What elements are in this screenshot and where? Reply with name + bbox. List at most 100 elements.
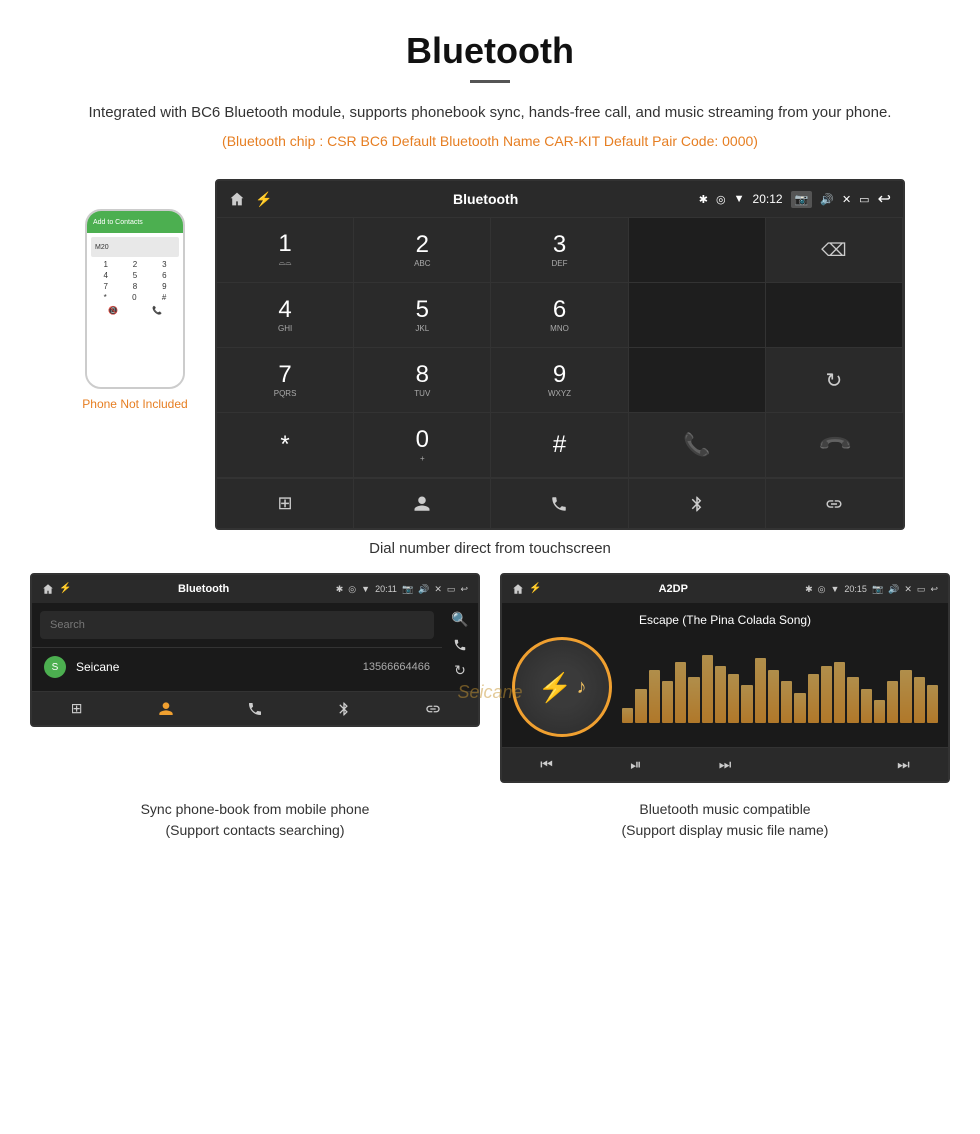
contacts-close-icon: ✕ bbox=[434, 584, 442, 595]
key-1[interactable]: 1 ⌓⌓ bbox=[217, 218, 354, 283]
phone-call-icon[interactable]: 📞 bbox=[152, 306, 162, 315]
eq-bar bbox=[808, 674, 819, 723]
phone-action-row: 📵 📞 bbox=[91, 306, 179, 315]
key-9[interactable]: 9 WXYZ bbox=[491, 348, 628, 413]
eq-bar bbox=[662, 681, 673, 723]
camera-icon[interactable]: 📷 bbox=[791, 191, 813, 208]
ct-dialpad-button[interactable]: ⊞ bbox=[32, 692, 121, 725]
call-sidebar-icon[interactable] bbox=[453, 638, 467, 652]
contacts-vol-icon: 🔊 bbox=[418, 584, 429, 595]
link-icon bbox=[825, 495, 843, 513]
eq-bar bbox=[675, 662, 686, 723]
backspace-button[interactable]: ⌫ bbox=[766, 218, 903, 283]
mt-skip-button[interactable]: ⏭ bbox=[859, 748, 948, 781]
ct-contacts-button[interactable] bbox=[121, 692, 210, 725]
display-area bbox=[629, 218, 766, 283]
ct-bluetooth-button[interactable] bbox=[300, 692, 389, 725]
ct-phone-button[interactable] bbox=[210, 692, 299, 725]
contacts-window-icon: ▭ bbox=[447, 584, 456, 595]
refresh-button[interactable]: ↻ bbox=[766, 348, 903, 413]
music-usb-icon: ⚡ bbox=[529, 583, 541, 595]
eq-bar bbox=[781, 681, 792, 723]
music-screen-wrapper: ⚡ A2DP ✱ ◎ ▼ 20:15 📷 🔊 ✕ ▭ ↩ Escape (The… bbox=[500, 573, 950, 783]
contact-row[interactable]: S Seicane 13566664466 bbox=[32, 647, 442, 686]
bluetooth-button[interactable] bbox=[629, 479, 766, 528]
music-content: ⚡ ♪ bbox=[512, 637, 938, 737]
back-icon[interactable]: ↩ bbox=[878, 189, 891, 209]
main-screenshot-wrapper: Add to Contacts M20 123 456 789 *0# 📵 bbox=[0, 179, 980, 530]
contacts-back-icon[interactable]: ↩ bbox=[460, 584, 468, 595]
music-bt-icon: ✱ bbox=[805, 584, 813, 595]
music-screen: ⚡ A2DP ✱ ◎ ▼ 20:15 📷 🔊 ✕ ▭ ↩ Escape (The… bbox=[500, 573, 950, 783]
key-4[interactable]: 4 GHI bbox=[217, 283, 354, 348]
eq-bar bbox=[834, 662, 845, 723]
music-wifi-icon: ▼ bbox=[830, 584, 839, 595]
music-back-icon[interactable]: ↩ bbox=[930, 584, 938, 595]
dial-toolbar: ⊞ bbox=[217, 478, 903, 528]
mt-empty-1 bbox=[770, 748, 859, 781]
key-2[interactable]: 2 ABC bbox=[354, 218, 491, 283]
dialpad-button[interactable]: ⊞ bbox=[217, 479, 354, 528]
contacts-loc-icon: ◎ bbox=[348, 584, 356, 595]
key-5[interactable]: 5 JKL bbox=[354, 283, 491, 348]
eq-bar bbox=[728, 674, 739, 723]
ct-link-button[interactable] bbox=[389, 692, 478, 725]
link-button[interactable] bbox=[766, 479, 903, 528]
call-button[interactable]: 📞 bbox=[629, 413, 766, 478]
phone-sidebar: Add to Contacts M20 123 456 789 *0# 📵 bbox=[75, 179, 195, 411]
contacts-search-bar[interactable]: Search bbox=[40, 611, 434, 639]
key-7[interactable]: 7 PQRS bbox=[217, 348, 354, 413]
volume-icon[interactable]: 🔊 bbox=[820, 193, 834, 206]
contacts-toolbar: ⊞ bbox=[32, 691, 478, 725]
search-sidebar-icon[interactable]: 🔍 bbox=[451, 611, 468, 628]
phone-key-row-2: 456 bbox=[91, 271, 179, 280]
eq-bar bbox=[861, 689, 872, 723]
contacts-wifi-icon: ▼ bbox=[361, 584, 370, 595]
phone-button[interactable] bbox=[491, 479, 628, 528]
home-icon[interactable] bbox=[229, 191, 245, 207]
eq-bar bbox=[821, 666, 832, 723]
time-display: 20:12 bbox=[753, 192, 783, 206]
eq-bar bbox=[649, 670, 660, 723]
key-hash[interactable]: # bbox=[491, 413, 628, 478]
phone-end-icon[interactable]: 📵 bbox=[108, 306, 118, 315]
end-call-button[interactable]: 📞 bbox=[766, 413, 903, 478]
key-8[interactable]: 8 TUV bbox=[354, 348, 491, 413]
contacts-home-icon[interactable] bbox=[42, 583, 54, 595]
contact-phone: 13566664466 bbox=[363, 661, 430, 673]
music-home-icon[interactable] bbox=[512, 583, 524, 595]
page-header: Bluetooth Integrated with BC6 Bluetooth … bbox=[0, 0, 980, 179]
refresh-sidebar-icon[interactable]: ↻ bbox=[454, 662, 466, 679]
music-screen-header: ⚡ A2DP ✱ ◎ ▼ 20:15 📷 🔊 ✕ ▭ ↩ bbox=[502, 575, 948, 603]
music-screen-title: A2DP bbox=[659, 583, 688, 595]
close-icon[interactable]: ✕ bbox=[842, 193, 851, 206]
call-green-icon: 📞 bbox=[683, 432, 710, 458]
eq-bar bbox=[688, 677, 699, 723]
key-6[interactable]: 6 MNO bbox=[491, 283, 628, 348]
contacts-list-area: Search S Seicane 13566664466 bbox=[32, 603, 442, 687]
phone-number-display: M20 bbox=[91, 237, 179, 257]
music-header-left: ⚡ bbox=[512, 583, 541, 595]
album-art: ⚡ ♪ bbox=[512, 637, 612, 737]
backspace-icon: ⌫ bbox=[821, 240, 846, 261]
main-car-screen: ⚡ Bluetooth ✱ ◎ ▼ 20:12 📷 🔊 ✕ ▭ ↩ 1 ⌓⌓ bbox=[215, 179, 905, 530]
eq-bar bbox=[715, 666, 726, 723]
key-3[interactable]: 3 DEF bbox=[491, 218, 628, 283]
refresh-icon: ↻ bbox=[826, 368, 843, 393]
eq-bar bbox=[914, 677, 925, 723]
mt-play-button[interactable]: ⏯ bbox=[591, 748, 680, 781]
contacts-button[interactable] bbox=[354, 479, 491, 528]
bluetooth-album-icon: ⚡ bbox=[538, 671, 573, 704]
contact-name: Seicane bbox=[76, 660, 363, 674]
window-icon[interactable]: ▭ bbox=[859, 193, 869, 206]
call-red-icon: 📞 bbox=[816, 426, 854, 464]
page-specs: (Bluetooth chip : CSR BC6 Default Blueto… bbox=[40, 133, 940, 149]
usb-icon: ⚡ bbox=[255, 191, 272, 208]
key-0[interactable]: 0 + bbox=[354, 413, 491, 478]
mt-prev-button[interactable]: ⏮ bbox=[502, 748, 591, 781]
contacts-screen-header: ⚡ Bluetooth ✱ ◎ ▼ 20:11 📷 🔊 ✕ ▭ ↩ bbox=[32, 575, 478, 603]
music-caption: Bluetooth music compatible(Support displ… bbox=[500, 793, 950, 847]
mt-next-button[interactable]: ⏭ bbox=[680, 748, 769, 781]
music-toolbar: ⏮ ⏯ ⏭ ⏭ bbox=[502, 747, 948, 781]
key-star[interactable]: * bbox=[217, 413, 354, 478]
